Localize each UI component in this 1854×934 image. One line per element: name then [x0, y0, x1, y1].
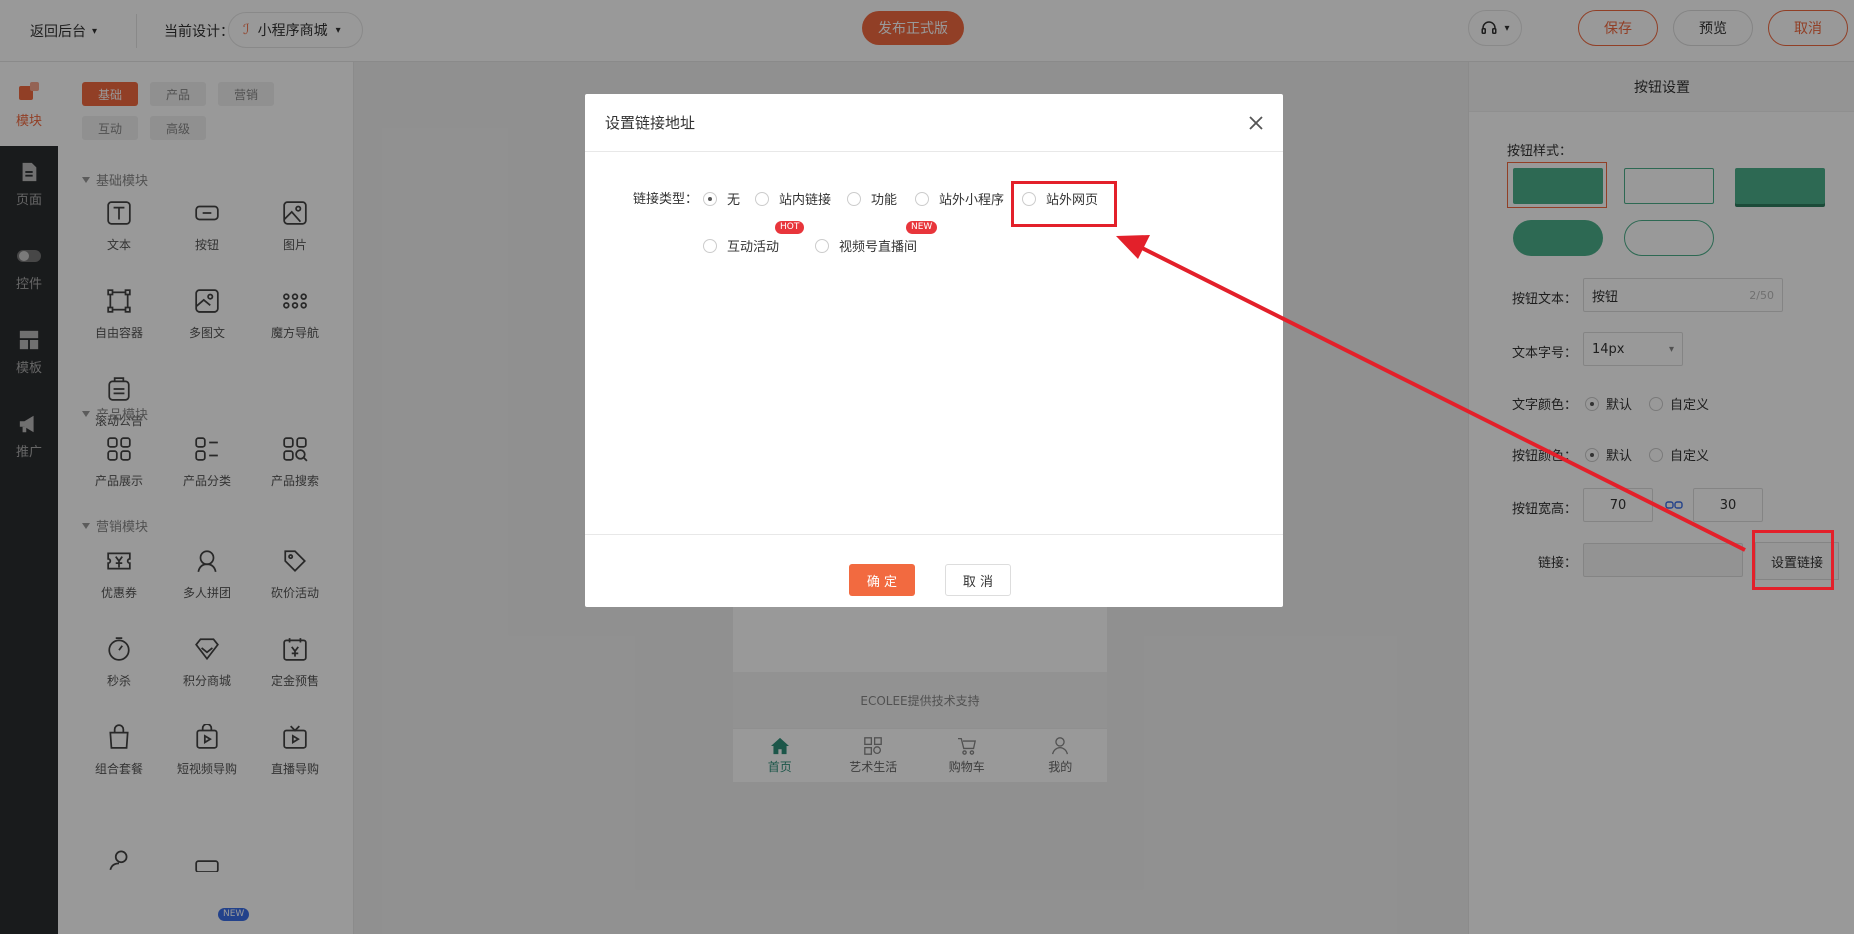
- arrow-head-icon: [1116, 235, 1150, 259]
- arrow-line: [1139, 245, 1746, 552]
- annotation-arrow: [1116, 235, 1746, 552]
